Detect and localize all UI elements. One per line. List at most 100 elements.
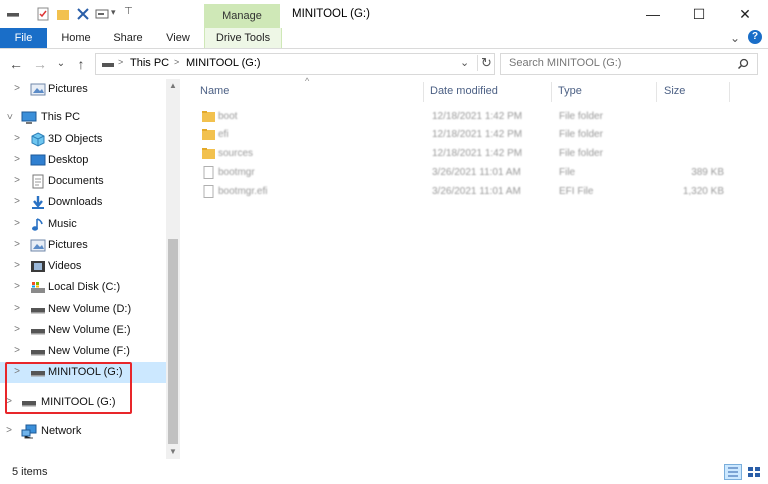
maximize-button[interactable]: ☐ (676, 0, 722, 28)
tab-home[interactable]: Home (55, 28, 97, 48)
close-button[interactable]: ✕ (722, 0, 768, 28)
file-row-efi[interactable]: efi 12/18/2021 1:42 PM File folder (190, 126, 730, 144)
nav-item-new-volume-e[interactable]: > New Volume (E:) (0, 320, 166, 341)
chevron-right-icon[interactable]: > (12, 281, 22, 292)
item-count: 5 items (12, 466, 48, 478)
chevron-right-icon[interactable]: > (12, 345, 22, 356)
column-divider[interactable] (423, 82, 424, 102)
chevron-down-icon[interactable]: > (4, 112, 15, 122)
nav-item-music[interactable]: > Music (0, 214, 166, 235)
title-bar: ▾ ⊤ Manage MINITOOL (G:) — ☐ ✕ (0, 0, 768, 28)
up-button[interactable]: ↑ (73, 55, 89, 73)
file-row-boot[interactable]: boot 12/18/2021 1:42 PM File folder (190, 108, 730, 126)
pictures-icon (30, 239, 46, 252)
desktop-icon (30, 154, 46, 166)
search-icon[interactable] (737, 58, 749, 70)
refresh-icon[interactable]: ↻ (477, 55, 492, 71)
column-size[interactable]: Size (664, 85, 685, 97)
videos-icon (31, 261, 45, 272)
status-bar: 5 items (0, 460, 768, 484)
tab-file[interactable]: File (0, 28, 47, 48)
folder-icon (202, 111, 215, 122)
tab-drive-tools[interactable]: Drive Tools (204, 28, 282, 48)
tab-view[interactable]: View (158, 28, 198, 48)
nav-item-documents[interactable]: > Documents (0, 171, 166, 192)
nav-item-pictures-quick[interactable]: > Pictures (0, 79, 166, 100)
chevron-right-icon[interactable]: > (12, 239, 22, 250)
scroll-down-icon[interactable]: ▼ (169, 447, 177, 456)
customize-qat-icon[interactable]: ⊤ (124, 6, 133, 17)
nav-item-downloads[interactable]: > Downloads (0, 192, 166, 213)
tab-share[interactable]: Share (106, 28, 150, 48)
chevron-right-icon[interactable]: > (12, 303, 22, 314)
column-divider[interactable] (729, 82, 730, 102)
chevron-right-icon[interactable]: > (12, 324, 22, 335)
breadcrumb-separator: > (118, 57, 124, 67)
breadcrumb-separator: > (174, 57, 180, 67)
chevron-right-icon[interactable]: > (12, 133, 22, 144)
large-icons-view-icon[interactable] (745, 464, 763, 480)
file-row-sources[interactable]: sources 12/18/2021 1:42 PM File folder (190, 145, 730, 163)
column-name[interactable]: Name (200, 85, 229, 97)
network-icon (21, 424, 37, 439)
nav-item-new-volume-f[interactable]: > New Volume (F:) (0, 341, 166, 362)
properties-icon[interactable] (36, 7, 50, 21)
file-row-bootmgr-efi[interactable]: bootmgr.efi 3/26/2021 11:01 AM EFI File … (190, 183, 730, 201)
nav-item-videos[interactable]: > Videos (0, 256, 166, 277)
chevron-right-icon[interactable]: > (12, 218, 22, 229)
documents-icon (32, 174, 44, 189)
column-divider[interactable] (656, 82, 657, 102)
search-box[interactable]: Search MINITOOL (G:) (500, 53, 758, 75)
nav-item-desktop[interactable]: > Desktop (0, 150, 166, 171)
rename-icon[interactable] (95, 7, 109, 21)
drive-icon (31, 329, 45, 335)
recent-locations-button[interactable]: ⌄ (53, 55, 69, 73)
folder-icon (202, 129, 215, 140)
address-bar[interactable]: > This PC > MINITOOL (G:) ⌄ ↻ (95, 53, 495, 75)
breadcrumb-minitool[interactable]: MINITOOL (G:) (186, 57, 261, 69)
nav-scrollbar[interactable]: ▲ ▼ (166, 79, 180, 459)
help-icon[interactable]: ? (748, 30, 762, 44)
nav-item-pictures[interactable]: > Pictures (0, 235, 166, 256)
local-disk-icon (31, 282, 45, 293)
chevron-right-icon[interactable]: > (12, 260, 22, 271)
nav-item-3d-objects[interactable]: > 3D Objects (0, 129, 166, 150)
nav-item-local-disk-c[interactable]: > Local Disk (C:) (0, 277, 166, 298)
expand-ribbon-icon[interactable]: ⌄ (728, 28, 742, 48)
qat-dropdown-icon[interactable]: ▾ (111, 7, 116, 18)
details-view-icon[interactable] (724, 464, 742, 480)
search-input[interactable]: Search MINITOOL (G:) (509, 57, 621, 69)
drive-icon (31, 350, 45, 356)
address-dropdown-icon[interactable]: ⌄ (460, 56, 469, 69)
delete-icon[interactable] (76, 7, 90, 21)
column-header: ^ Name Date modified Type Size (190, 76, 730, 102)
nav-item-network[interactable]: > Network (0, 421, 166, 442)
minimize-button[interactable]: — (630, 0, 676, 28)
chevron-right-icon[interactable]: > (4, 425, 14, 436)
manage-tab[interactable]: Manage (204, 4, 280, 28)
drive-icon (31, 308, 45, 314)
column-date-modified[interactable]: Date modified (430, 85, 498, 97)
nav-item-new-volume-d[interactable]: > New Volume (D:) (0, 299, 166, 320)
nav-item-this-pc[interactable]: > This PC (0, 107, 166, 128)
ribbon-tabs: File Home Share View Drive Tools ⌄ ? (0, 28, 768, 49)
chevron-right-icon[interactable]: > (12, 196, 22, 207)
new-folder-icon[interactable] (56, 7, 70, 21)
drive-icon (102, 63, 114, 67)
breadcrumb-this-pc[interactable]: This PC (130, 57, 169, 69)
chevron-right-icon[interactable]: > (12, 83, 22, 94)
scroll-up-icon[interactable]: ▲ (169, 81, 177, 90)
scroll-thumb[interactable] (168, 239, 178, 444)
back-button[interactable]: ← (8, 55, 24, 73)
file-row-bootmgr[interactable]: bootmgr 3/26/2021 11:01 AM File 389 KB (190, 164, 730, 182)
3d-objects-icon (31, 132, 45, 147)
file-icon (203, 185, 214, 198)
pictures-icon (30, 83, 46, 96)
chevron-right-icon[interactable]: > (12, 154, 22, 165)
column-type[interactable]: Type (558, 85, 582, 97)
forward-button[interactable]: → (32, 55, 48, 73)
chevron-right-icon[interactable]: > (12, 175, 22, 186)
column-divider[interactable] (551, 82, 552, 102)
drive-icon[interactable] (6, 7, 20, 21)
downloads-icon (32, 196, 44, 209)
